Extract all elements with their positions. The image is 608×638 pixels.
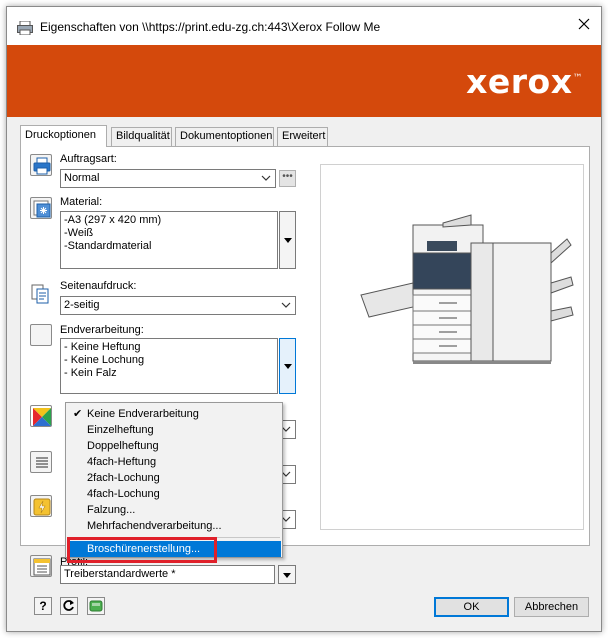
endverarbeitung-dropdown-list: ✔ Keine Endverarbeitung Einzelheftung Do… [65,402,283,558]
brand-banner: xerox™ [7,45,601,117]
printer-preview [320,164,584,530]
xerox-logo: xerox™ [466,62,583,101]
document-lines-icon [30,451,52,473]
help-button[interactable]: ? [34,597,52,615]
material-label: Material: [60,196,103,208]
triangle-down-icon [283,364,292,369]
finishing-icon [30,324,52,346]
auftragsart-select[interactable]: Normal [60,169,276,188]
status-button[interactable] [87,597,105,615]
triangle-down-icon [283,572,291,578]
endverarbeitung-dropdown-button[interactable] [279,338,296,394]
material-field[interactable]: -A3 (297 x 420 mm) -Weiß -Standardmateri… [60,211,278,269]
option-falzung[interactable]: Falzung... [67,502,281,518]
seitenaufdruck-select[interactable]: 2-seitig [60,296,296,315]
endverarbeitung-line: - Keine Lochung [64,354,145,366]
option-2fach-lochung[interactable]: 2fach-Lochung [67,470,281,486]
chevron-down-icon [261,175,271,181]
option-doppelheftung[interactable]: Doppelheftung [67,438,281,454]
profil-value: Treiberstandardwerte * [64,568,176,580]
seitenaufdruck-value: 2-seitig [64,299,100,311]
tab-dokumentoptionen[interactable]: Dokumentoptionen [175,127,274,146]
profil-select[interactable]: Treiberstandardwerte * [60,565,275,584]
material-line: -A3 (297 x 420 mm) [64,214,162,226]
tab-druckoptionen[interactable]: Druckoptionen [20,125,107,147]
tab-bildqualitaet[interactable]: Bildqualität [111,127,172,146]
reset-button[interactable] [60,597,78,615]
checkmark-icon: ✔ [73,408,83,420]
material-line: -Standardmaterial [64,240,152,252]
option-label: Keine Endverarbeitung [87,408,199,420]
material-dropdown-button[interactable] [279,211,296,269]
status-display-icon [89,600,103,612]
auftragsart-label: Auftragsart: [60,153,117,165]
multifunction-printer-illustration [360,214,574,364]
color-palette-icon [30,405,52,427]
option-4fach-lochung[interactable]: 4fach-Lochung [67,486,281,502]
endverarbeitung-label: Endverarbeitung: [60,324,144,336]
printer-icon [30,154,52,176]
chevron-down-icon [281,302,291,308]
lightning-icon [30,495,52,517]
paper-stack-icon [30,197,52,219]
title-bar: Eigenschaften von \\https://print.edu-zg… [7,7,601,45]
highlight-annotation-box [67,537,217,563]
refresh-icon [63,600,74,611]
more-options-button[interactable]: ••• [279,170,296,187]
endverarbeitung-line: - Kein Falz [64,367,117,379]
material-line: -Weiß [64,227,94,239]
seitenaufdruck-label: Seitenaufdruck: [60,280,137,292]
profile-list-icon [30,555,52,577]
ok-button[interactable]: OK [434,597,509,617]
triangle-down-icon [283,238,292,243]
endverarbeitung-field[interactable]: - Keine Heftung - Keine Lochung - Kein F… [60,338,278,394]
option-keine-endverarbeitung[interactable]: ✔ Keine Endverarbeitung [67,406,281,422]
duplex-pages-icon [30,283,52,305]
auftragsart-value: Normal [64,172,100,184]
option-mehrfachendverarbeitung[interactable]: Mehrfachendverarbeitung... [67,518,281,534]
option-4fach-heftung[interactable]: 4fach-Heftung [67,454,281,470]
profil-dropdown-button[interactable] [278,565,296,584]
endverarbeitung-line: - Keine Heftung [64,341,141,353]
window-title: Eigenschaften von \\https://print.edu-zg… [40,20,381,34]
tab-erweitert[interactable]: Erweitert [277,127,328,146]
properties-dialog: Eigenschaften von \\https://print.edu-zg… [6,6,602,632]
close-icon[interactable] [577,17,591,31]
printer-app-icon [17,21,33,35]
option-einzelheftung[interactable]: Einzelheftung [67,422,281,438]
cancel-button[interactable]: Abbrechen [514,597,589,617]
